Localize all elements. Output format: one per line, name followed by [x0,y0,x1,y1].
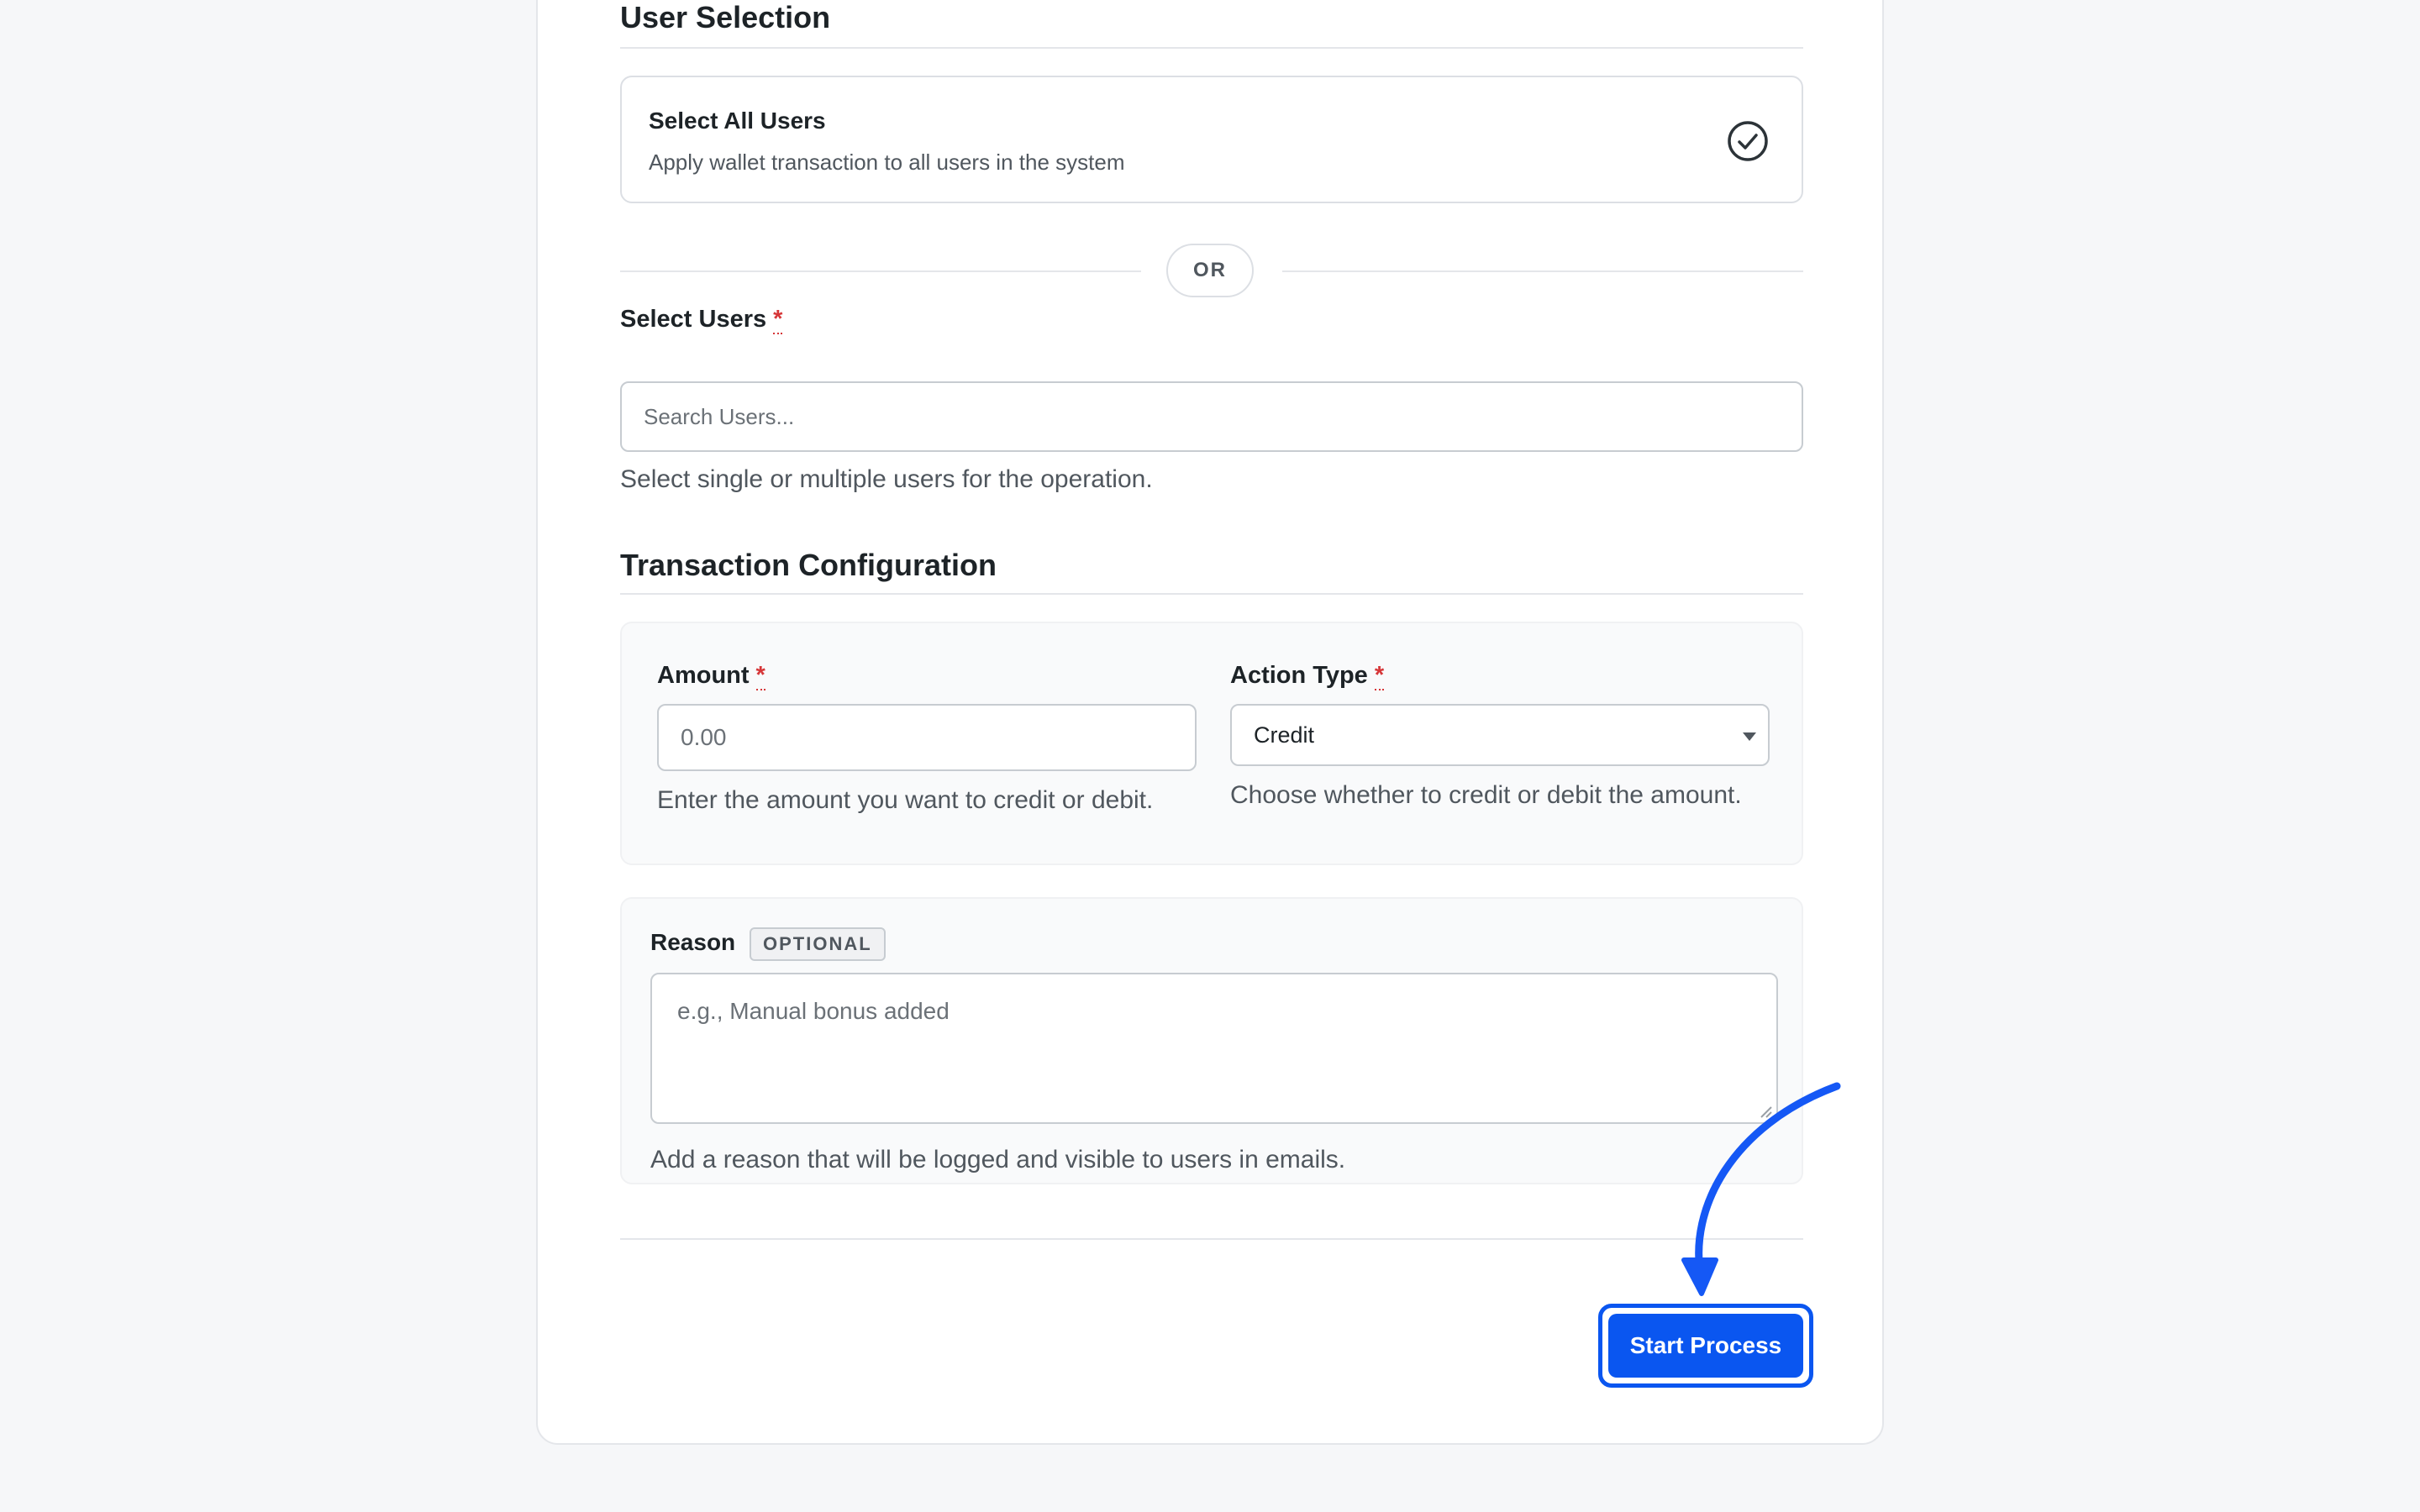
annotation-arrow-icon [1681,1082,1841,1296]
